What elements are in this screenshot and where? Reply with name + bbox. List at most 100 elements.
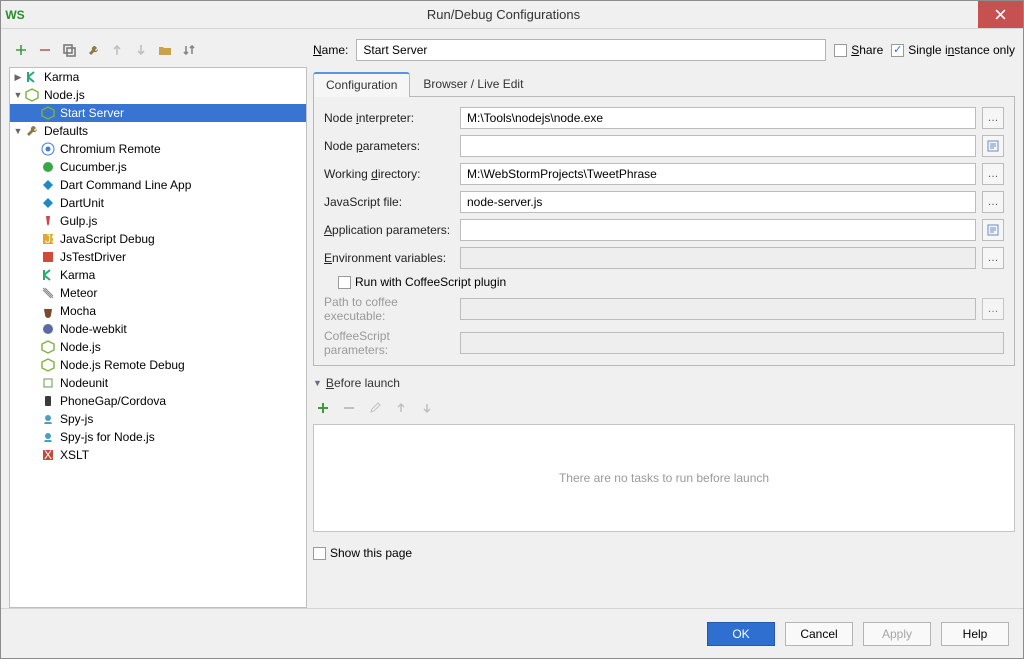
- remove-icon[interactable]: [35, 40, 55, 60]
- add-icon[interactable]: [313, 398, 333, 418]
- tree-item[interactable]: Start Server: [10, 104, 306, 122]
- dialog-body: ▶ Karma ▼ Node.js Start Server ▼DefaultsChrom…: [1, 29, 1023, 608]
- run-coffee-checkbox[interactable]: Run with CoffeeScript plugin: [338, 275, 506, 289]
- dialog-window: WS Run/Debug Configurations ▶ Karma ▼ Node.…: [0, 0, 1024, 659]
- node-parameters-input[interactable]: [460, 135, 976, 157]
- karma-icon: [40, 267, 56, 283]
- node-interpreter-input[interactable]: [460, 107, 976, 129]
- node-icon: [40, 105, 56, 121]
- application-parameters-label: Application parameters:: [324, 223, 454, 237]
- tree-item[interactable]: ▼ Node.js: [10, 86, 306, 104]
- application-parameters-input[interactable]: [460, 219, 976, 241]
- tree-item[interactable]: Cucumber.js: [10, 158, 306, 176]
- tree-item-label: XSLT: [60, 448, 89, 462]
- tree-item[interactable]: Chromium Remote: [10, 140, 306, 158]
- dart-icon: [40, 177, 56, 193]
- tree-item-label: Mocha: [60, 304, 96, 318]
- tree-item[interactable]: JsTestDriver: [10, 248, 306, 266]
- environment-variables-input[interactable]: [460, 247, 976, 269]
- chevron-down-icon[interactable]: ▼: [313, 378, 322, 388]
- expand-icon[interactable]: ▼: [12, 126, 24, 136]
- left-panel: ▶ Karma ▼ Node.js Start Server ▼DefaultsChrom…: [9, 37, 307, 608]
- expand-icon[interactable]: ▶: [12, 72, 24, 83]
- svg-text:XS: XS: [44, 448, 55, 462]
- tree-item[interactable]: XS XSLT: [10, 446, 306, 464]
- browse-button[interactable]: …: [982, 163, 1004, 185]
- tree-item[interactable]: ▼Defaults: [10, 122, 306, 140]
- tab-browser-live-edit[interactable]: Browser / Live Edit: [410, 72, 536, 97]
- close-icon[interactable]: [978, 1, 1023, 28]
- window-title: Run/Debug Configurations: [29, 7, 978, 22]
- apply-button: Apply: [863, 622, 931, 646]
- tree-item[interactable]: Node.js: [10, 338, 306, 356]
- tree-item[interactable]: Dart Command Line App: [10, 176, 306, 194]
- before-launch-list[interactable]: There are no tasks to run before launch: [313, 424, 1015, 532]
- share-checkbox[interactable]: Share: [834, 43, 883, 57]
- tree-item[interactable]: Spy-js: [10, 410, 306, 428]
- copy-icon[interactable]: [59, 40, 79, 60]
- tree-item-label: Meteor: [60, 286, 97, 300]
- tree-item[interactable]: Karma: [10, 266, 306, 284]
- tree-item-label: Gulp.js: [60, 214, 97, 228]
- folder-icon[interactable]: [155, 40, 175, 60]
- tree-item-label: DartUnit: [60, 196, 104, 210]
- tree-item-label: Spy-js: [60, 412, 93, 426]
- add-icon[interactable]: [11, 40, 31, 60]
- save-template-icon[interactable]: [83, 40, 103, 60]
- arrow-down-icon: [417, 398, 437, 418]
- cancel-button[interactable]: Cancel: [785, 622, 853, 646]
- tab-configuration[interactable]: Configuration: [313, 72, 410, 97]
- tree-item-label: Node.js: [44, 88, 85, 102]
- expand-icon[interactable]: ▼: [12, 90, 24, 100]
- coffee-executable-input: [460, 298, 976, 320]
- left-toolbar: [9, 37, 307, 63]
- tree-item[interactable]: DartUnit: [10, 194, 306, 212]
- js-icon: JS: [40, 231, 56, 247]
- browse-button[interactable]: …: [982, 191, 1004, 213]
- tree-item[interactable]: ▶ Karma: [10, 68, 306, 86]
- tab-bar: Configuration Browser / Live Edit: [313, 71, 1015, 97]
- right-panel: Name: Share Single instance only Configu…: [313, 37, 1015, 608]
- move-down-icon: [131, 40, 151, 60]
- svg-text:JS: JS: [45, 232, 55, 246]
- tree-item-label: Karma: [44, 70, 79, 84]
- help-button[interactable]: Help: [941, 622, 1009, 646]
- browse-button[interactable]: …: [982, 247, 1004, 269]
- ok-button[interactable]: OK: [707, 622, 775, 646]
- wrench-icon: [24, 123, 40, 139]
- jstd-icon: [40, 249, 56, 265]
- tree-item[interactable]: Gulp.js: [10, 212, 306, 230]
- tree-item[interactable]: Meteor: [10, 284, 306, 302]
- tree-item-label: Dart Command Line App: [60, 178, 191, 192]
- tree-item[interactable]: Node-webkit: [10, 320, 306, 338]
- single-instance-checkbox[interactable]: Single instance only: [891, 43, 1015, 57]
- tree-item[interactable]: Nodeunit: [10, 374, 306, 392]
- tree-item-label: Cucumber.js: [60, 160, 127, 174]
- meteor-icon: [40, 285, 56, 301]
- share-label: Share: [851, 43, 883, 57]
- tree-item[interactable]: PhoneGap/Cordova: [10, 392, 306, 410]
- tree-item[interactable]: Spy-js for Node.js: [10, 428, 306, 446]
- tree-item[interactable]: Mocha: [10, 302, 306, 320]
- edit-icon: [365, 398, 385, 418]
- expand-button[interactable]: [982, 219, 1004, 241]
- working-directory-input[interactable]: [460, 163, 976, 185]
- tree-item-label: Start Server: [60, 106, 124, 120]
- config-tree[interactable]: ▶ Karma ▼ Node.js Start Server ▼DefaultsChrom…: [9, 67, 307, 608]
- xslt-icon: XS: [40, 447, 56, 463]
- show-this-page-checkbox[interactable]: Show this page: [313, 546, 412, 560]
- javascript-file-input[interactable]: [460, 191, 976, 213]
- arrow-up-icon: [391, 398, 411, 418]
- tree-item[interactable]: Node.js Remote Debug: [10, 356, 306, 374]
- expand-button[interactable]: [982, 135, 1004, 157]
- run-coffee-label: Run with CoffeeScript plugin: [355, 275, 506, 289]
- config-form: Node interpreter: … Node parameters: Wor…: [313, 97, 1015, 366]
- node-parameters-label: Node parameters:: [324, 139, 454, 153]
- title-bar: WS Run/Debug Configurations: [1, 1, 1023, 29]
- pg-icon: [40, 393, 56, 409]
- name-input[interactable]: [356, 39, 826, 61]
- tree-item[interactable]: JSJavaScript Debug: [10, 230, 306, 248]
- sort-icon[interactable]: [179, 40, 199, 60]
- cucumber-icon: [40, 159, 56, 175]
- browse-button[interactable]: …: [982, 107, 1004, 129]
